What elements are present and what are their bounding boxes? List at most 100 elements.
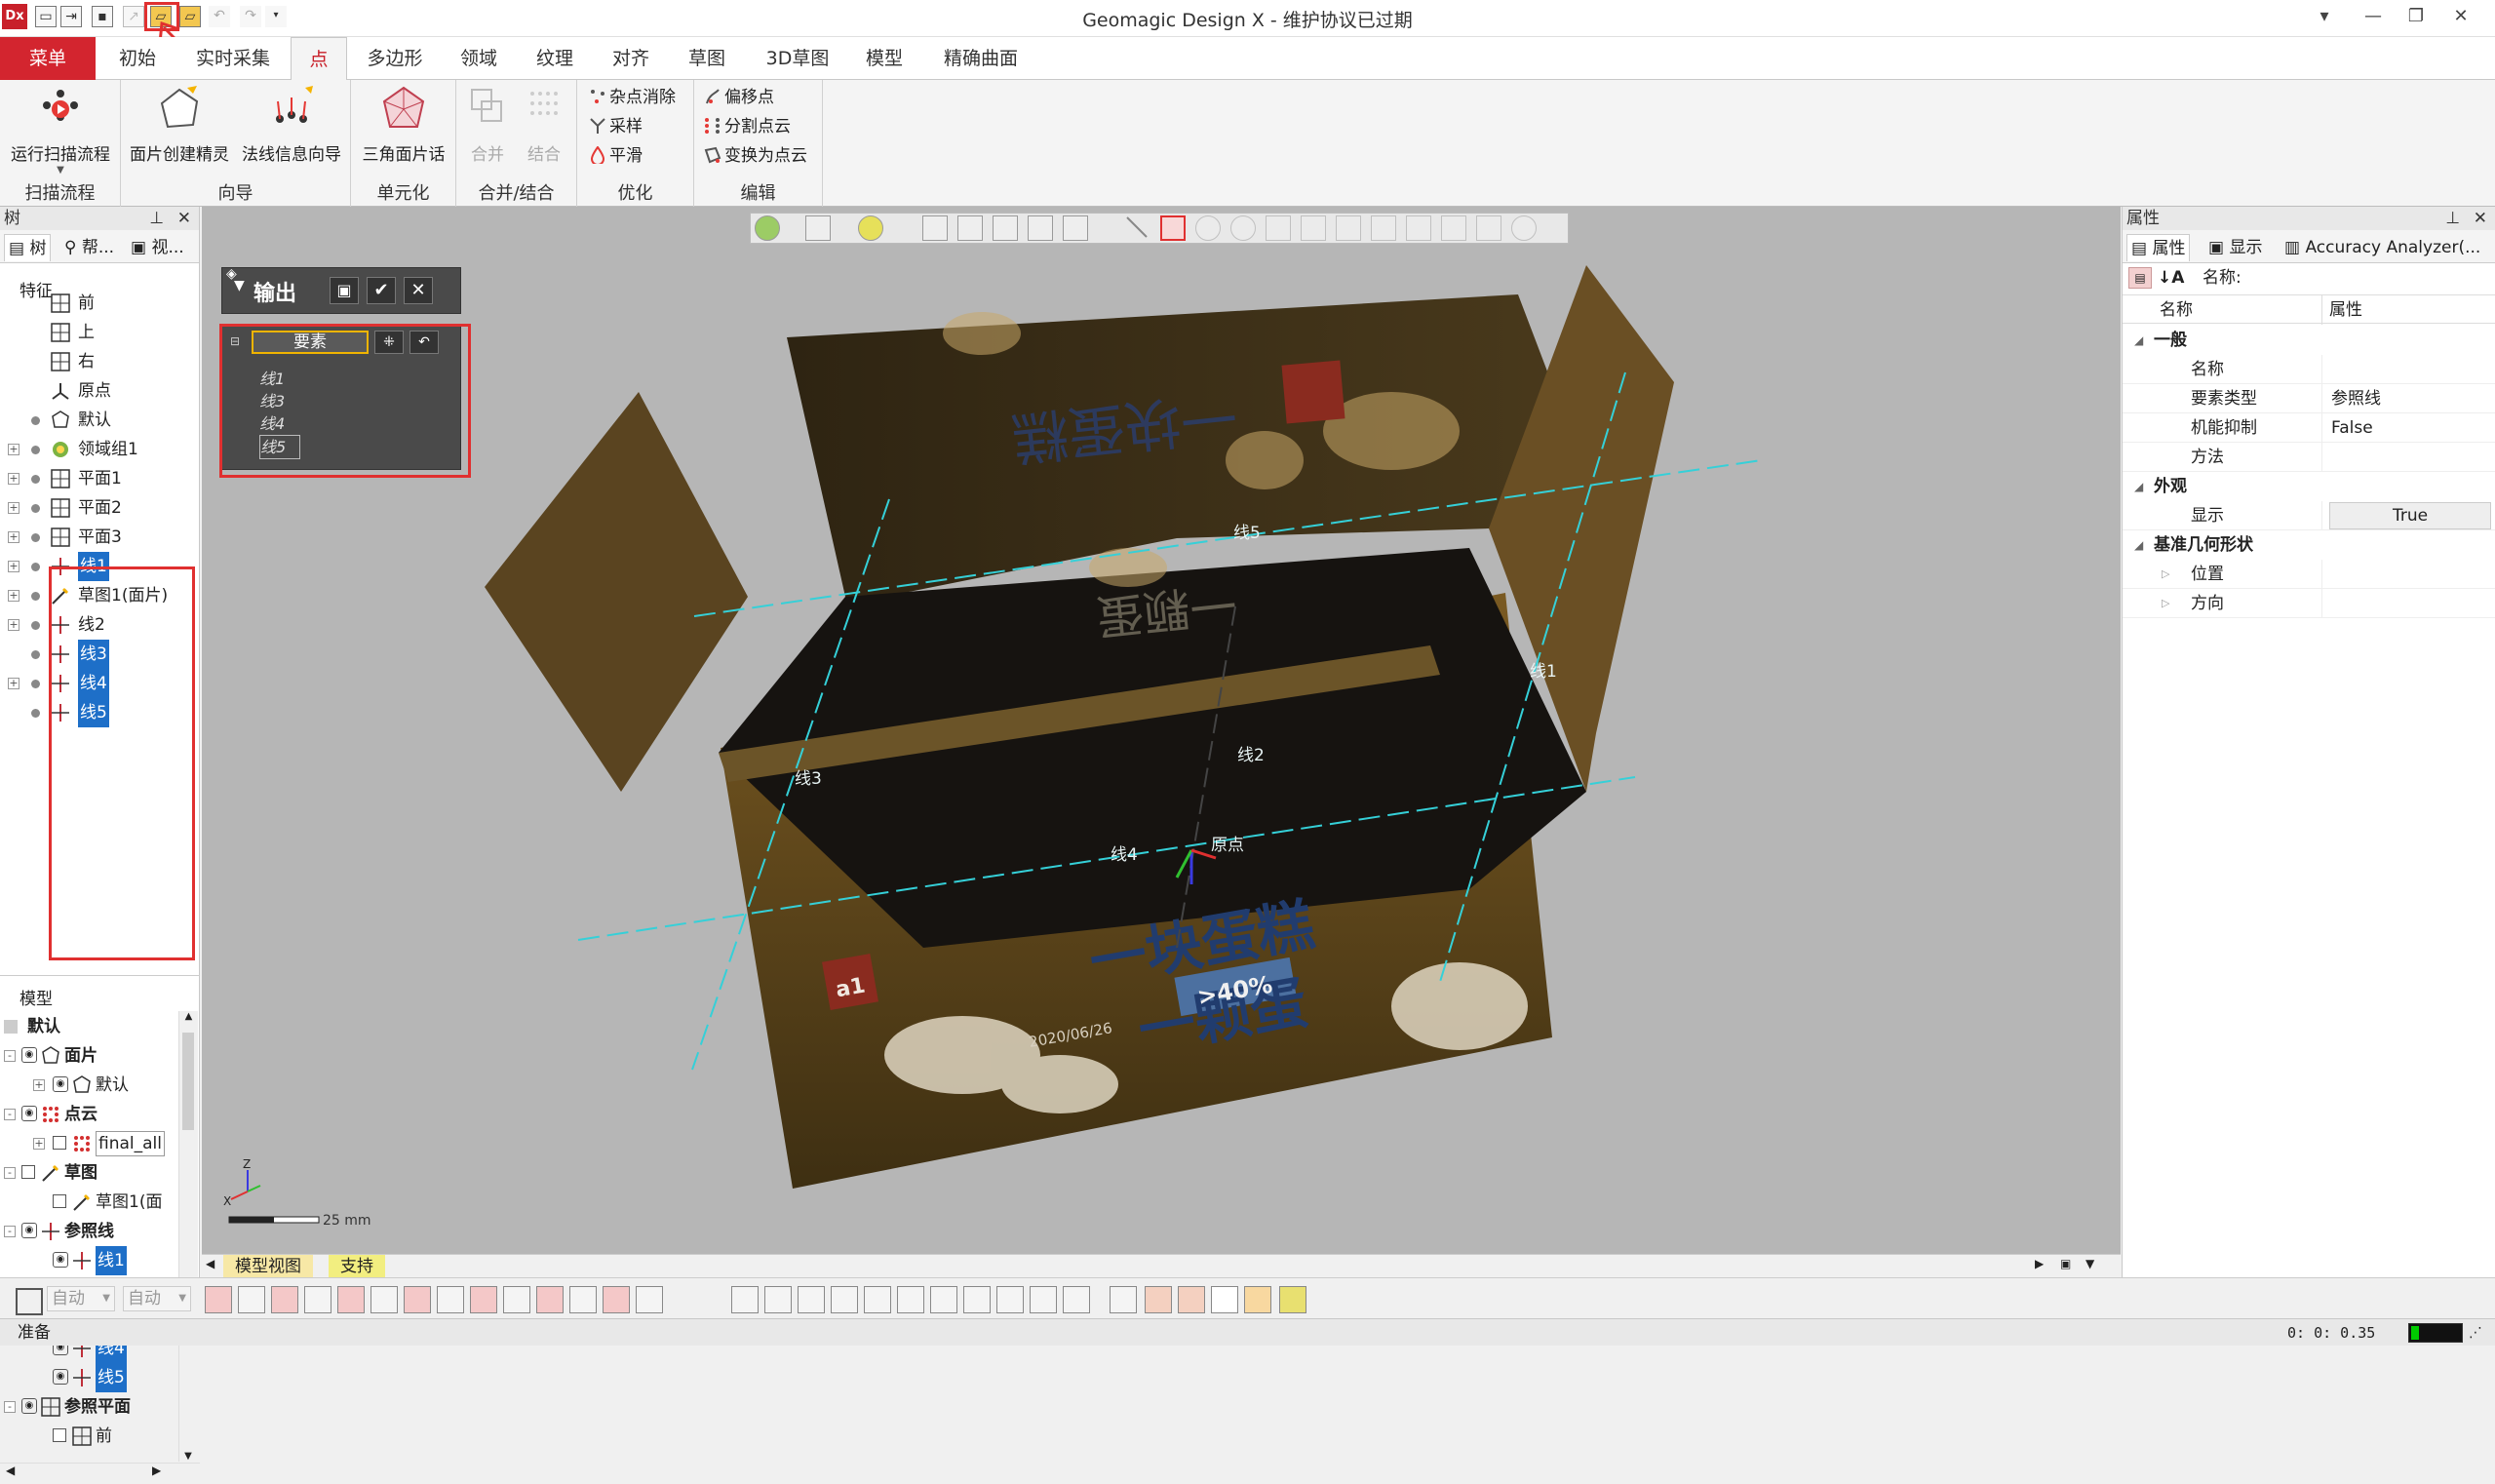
eye-icon[interactable]: ◉ bbox=[53, 1252, 68, 1268]
rectangle-select-icon[interactable] bbox=[1160, 215, 1186, 241]
show-body-icon[interactable] bbox=[370, 1286, 398, 1313]
pointcloud-view-icon[interactable] bbox=[755, 215, 780, 241]
visibility-dot-icon[interactable] bbox=[31, 504, 40, 513]
view-back-icon[interactable] bbox=[764, 1286, 792, 1313]
model-item-pointcloud-group[interactable]: - ◉ 点云 bbox=[0, 1100, 177, 1129]
tab-tree[interactable]: ▤ 树 bbox=[4, 234, 52, 261]
normal-view-icon[interactable] bbox=[1063, 215, 1088, 241]
property-value[interactable]: False bbox=[2331, 413, 2373, 443]
tab-align[interactable]: 对齐 bbox=[597, 37, 665, 80]
model-item-sketch-1[interactable]: 草图1(面 bbox=[0, 1188, 177, 1217]
model-item-refline-5[interactable]: ◉ 线5 bbox=[0, 1363, 177, 1392]
transform-icon[interactable] bbox=[1476, 215, 1501, 241]
tab-accuracy-analyzer[interactable]: ▥ Accuracy Analyzer(... bbox=[2284, 234, 2480, 261]
model-item-refline-group[interactable]: - ◉ 参照线 bbox=[0, 1217, 177, 1246]
feature-item-right[interactable]: 右 bbox=[0, 347, 195, 376]
convert-to-pointcloud-button[interactable]: 变换为点云 bbox=[704, 142, 807, 170]
view-normal-icon[interactable] bbox=[996, 1286, 1024, 1313]
visibility-dot-icon[interactable] bbox=[31, 621, 40, 630]
expand-icon[interactable]: - bbox=[4, 1167, 16, 1179]
show-all-icon[interactable] bbox=[205, 1286, 232, 1313]
eye-icon[interactable]: ◉ bbox=[21, 1047, 37, 1063]
view-left-icon[interactable] bbox=[798, 1286, 825, 1313]
scroll-left-icon[interactable]: ◀ bbox=[206, 1257, 214, 1270]
expand-icon[interactable]: - bbox=[4, 1109, 16, 1120]
property-section[interactable]: ◢ 一般 bbox=[2123, 326, 2495, 355]
mesh-view-icon[interactable] bbox=[858, 215, 883, 241]
view-pan-icon[interactable] bbox=[1030, 1286, 1057, 1313]
split-pointcloud-button[interactable]: 分割点云 bbox=[704, 113, 791, 140]
feature-item-region-group-1[interactable]: + 领域组1 bbox=[0, 435, 195, 464]
visibility-dot-icon[interactable] bbox=[31, 680, 40, 688]
measure-icon[interactable] bbox=[1178, 1286, 1205, 1313]
model-tree-scrollbar[interactable]: ▲ ▼ bbox=[178, 1011, 198, 1462]
horizontal-scrollbar[interactable]: ◀ ▶ bbox=[0, 1463, 200, 1484]
line-select-icon[interactable] bbox=[1125, 215, 1150, 241]
expand-icon[interactable]: - bbox=[4, 1050, 16, 1062]
scroll-right-icon[interactable]: ▶ bbox=[2035, 1257, 2044, 1270]
show-feature-icon[interactable] bbox=[603, 1286, 630, 1313]
collapse-icon[interactable]: ▼ bbox=[234, 278, 245, 293]
visibility-dot-icon[interactable] bbox=[31, 592, 40, 601]
brush-select-icon[interactable] bbox=[1301, 215, 1326, 241]
run-scan-flow-button[interactable]: 运行扫描流程 ▼ bbox=[4, 84, 117, 176]
model-item-refline-1[interactable]: ◉ 线1 bbox=[0, 1246, 177, 1275]
tab-polygon[interactable]: 多边形 bbox=[353, 37, 437, 80]
visibility-dot-icon[interactable] bbox=[31, 563, 40, 571]
visibility-checkbox[interactable] bbox=[53, 1194, 66, 1208]
visibility-dot-icon[interactable] bbox=[31, 446, 40, 454]
tab-help[interactable]: ⚲ 帮... bbox=[64, 234, 114, 261]
tab-list-icon[interactable]: ▣ bbox=[2060, 1257, 2071, 1270]
noise-removal-button[interactable]: 杂点消除 bbox=[589, 84, 676, 111]
view-section-icon[interactable] bbox=[1110, 1286, 1137, 1313]
offset-points-button[interactable]: 偏移点 bbox=[704, 84, 774, 111]
show-pointcloud-icon[interactable] bbox=[470, 1286, 497, 1313]
freeform-select-icon[interactable] bbox=[1266, 215, 1291, 241]
tab-realtime-scan[interactable]: 实时采集 bbox=[181, 37, 285, 80]
feature-item-plane-3[interactable]: + 平面3 bbox=[0, 523, 195, 552]
property-value[interactable]: True bbox=[2329, 502, 2491, 529]
cancel-button[interactable]: ✕ bbox=[404, 277, 433, 304]
pin-icon[interactable]: ⊥ bbox=[2445, 207, 2460, 230]
show-line-icon[interactable] bbox=[437, 1286, 464, 1313]
expand-icon[interactable]: + bbox=[8, 619, 19, 631]
sort-icon[interactable]: ↓A bbox=[2158, 263, 2184, 293]
eye-icon[interactable]: ◉ bbox=[21, 1106, 37, 1121]
show-surface-icon[interactable] bbox=[337, 1286, 365, 1313]
model-item-refplane-group[interactable]: - ◉ 参照平面 bbox=[0, 1392, 177, 1422]
tab-3d-sketch[interactable]: 3D草图 bbox=[753, 37, 842, 80]
expand-icon[interactable]: + bbox=[8, 678, 19, 689]
close-icon[interactable]: ✕ bbox=[2474, 207, 2487, 230]
view-right-icon[interactable] bbox=[831, 1286, 858, 1313]
surface-select-icon[interactable] bbox=[1371, 215, 1396, 241]
show-vector-icon[interactable] bbox=[569, 1286, 597, 1313]
expand-icon[interactable]: + bbox=[8, 561, 19, 572]
side-view-icon[interactable] bbox=[993, 215, 1018, 241]
model-item-mesh-default[interactable]: + ◉ 默认 bbox=[0, 1071, 177, 1100]
model-item-pointcloud-final-all[interactable]: + final_all bbox=[0, 1129, 177, 1158]
expand-icon[interactable]: + bbox=[33, 1079, 45, 1091]
ruler-icon[interactable] bbox=[1145, 1286, 1172, 1313]
visibility-checkbox[interactable] bbox=[21, 1165, 35, 1179]
expand-icon[interactable]: + bbox=[33, 1138, 45, 1150]
view-bottom-icon[interactable] bbox=[897, 1286, 924, 1313]
scrollbar-thumb[interactable] bbox=[182, 1033, 194, 1130]
display-mode-icon[interactable] bbox=[1279, 1286, 1306, 1313]
triangulate-button[interactable]: 三角面片话 bbox=[355, 84, 452, 165]
combine-button[interactable]: 结合 bbox=[517, 84, 571, 165]
tab-region[interactable]: 领域 bbox=[445, 37, 513, 80]
show-dimension-icon[interactable] bbox=[636, 1286, 663, 1313]
tab-support[interactable]: 支持 bbox=[329, 1255, 385, 1278]
tab-menu-icon[interactable]: ▼ bbox=[2086, 1257, 2094, 1270]
show-sketch-icon[interactable] bbox=[404, 1286, 431, 1313]
circle-select-icon[interactable] bbox=[1195, 215, 1221, 241]
visibility-icon[interactable] bbox=[1511, 215, 1537, 241]
property-row[interactable]: 方法 bbox=[2123, 443, 2495, 472]
smooth-button[interactable]: 平滑 bbox=[589, 142, 643, 170]
front-view-icon[interactable] bbox=[957, 215, 983, 241]
visibility-dot-icon[interactable] bbox=[31, 416, 40, 425]
property-row[interactable]: ▷ 方向 bbox=[2123, 589, 2495, 618]
cube-view-icon[interactable] bbox=[805, 215, 831, 241]
tab-texture[interactable]: 纹理 bbox=[521, 37, 589, 80]
property-row[interactable]: ▷ 位置 bbox=[2123, 560, 2495, 589]
